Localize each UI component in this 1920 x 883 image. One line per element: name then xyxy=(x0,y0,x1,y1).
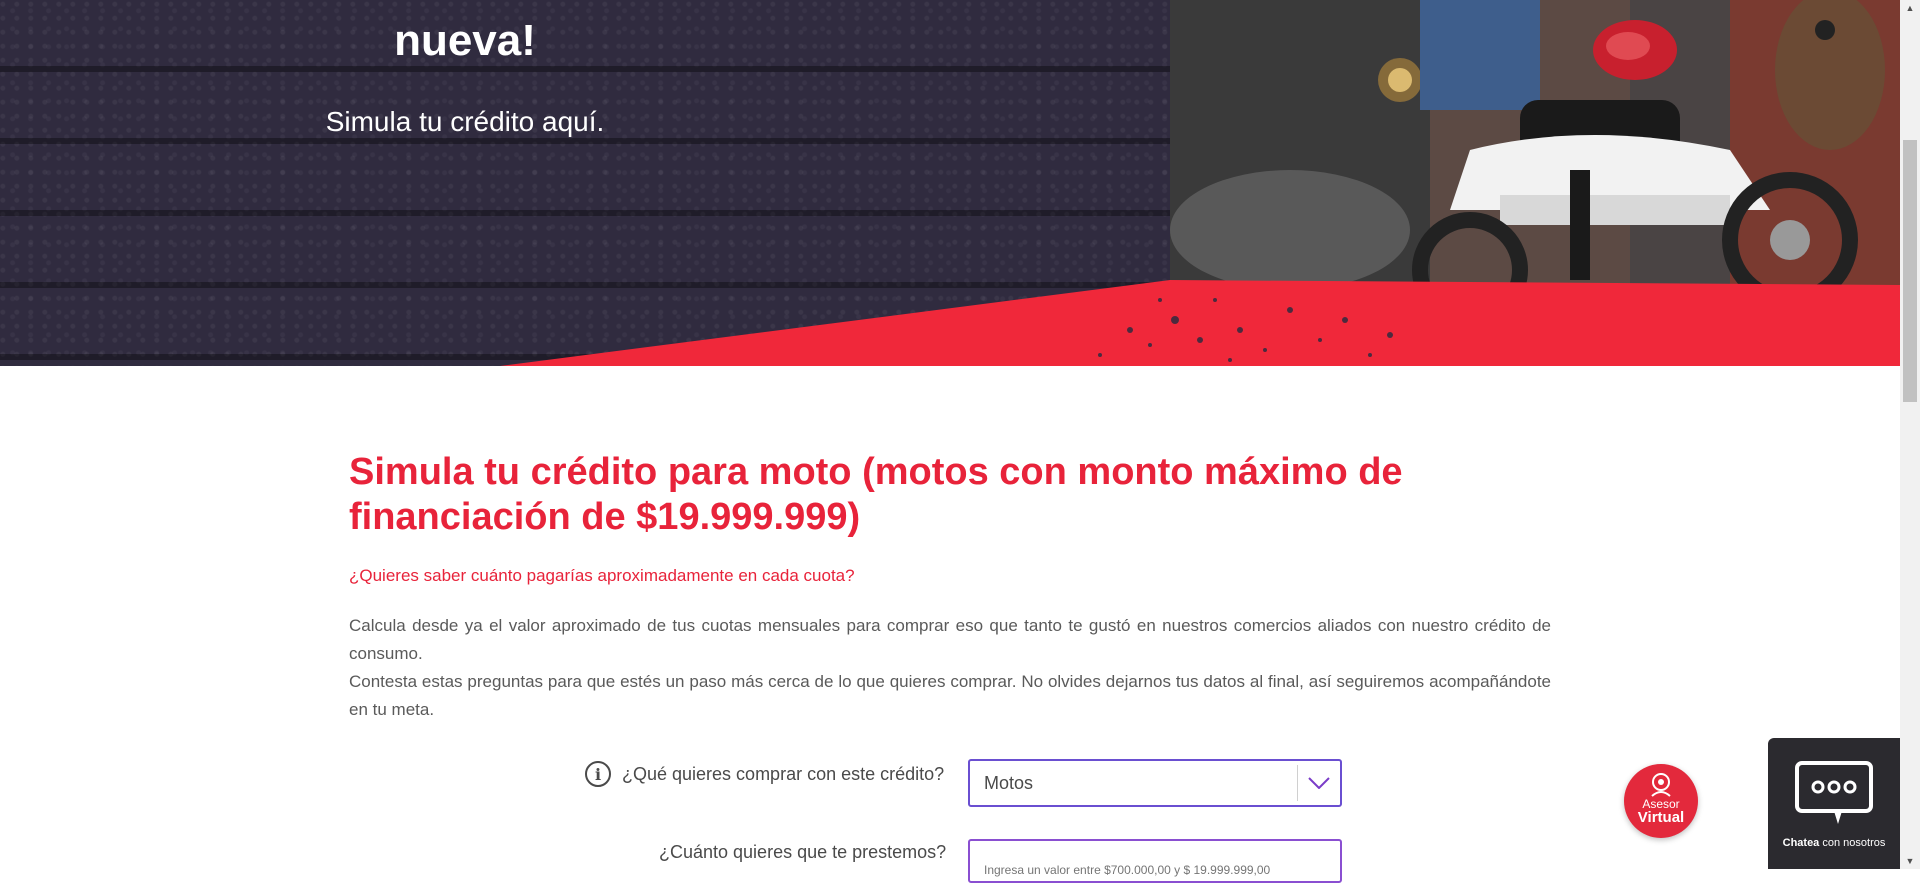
purchase-type-value: Motos xyxy=(984,772,1034,793)
purchase-type-select[interactable]: Motos xyxy=(968,759,1342,807)
amount-question-label: ¿Cuánto quieres que te prestemos? xyxy=(659,842,947,862)
description-line-2: Contesta estas preguntas para que estés … xyxy=(349,672,1551,719)
chat-bubble-icon xyxy=(1795,761,1873,824)
motorcycle-illustration xyxy=(1170,0,1900,290)
simulator-section: Simula tu crédito para moto (motos con m… xyxy=(349,450,1551,724)
virtual-advisor-button[interactable]: Asesor Virtual xyxy=(1624,764,1698,838)
page-title: Simula tu crédito para moto (motos con m… xyxy=(349,451,1403,538)
lead-question: ¿Quieres saber cuánto pagarías aproximad… xyxy=(349,566,855,585)
scroll-down-arrow-icon[interactable]: ▼ xyxy=(1900,853,1920,869)
hero-photo xyxy=(1170,0,1900,290)
description-paragraph: Calcula desde ya el valor aproximado de … xyxy=(349,612,1551,724)
description-line-1: Calcula desde ya el valor aproximado de … xyxy=(349,616,1551,663)
scroll-thumb[interactable] xyxy=(1903,140,1917,402)
page-scrollbar[interactable]: ▲ ▼ xyxy=(1900,0,1920,869)
purchase-question-label: ¿Qué quieres comprar con este crédito? xyxy=(622,763,945,784)
advisor-label-line2: Virtual xyxy=(1637,809,1685,826)
chevron-down-icon[interactable] xyxy=(1298,760,1340,806)
chat-label-rest: con nosotros xyxy=(1819,837,1886,849)
info-icon[interactable]: i xyxy=(585,761,611,787)
loan-amount-input[interactable] xyxy=(968,839,1342,883)
scroll-up-arrow-icon[interactable]: ▲ xyxy=(1900,0,1920,16)
form-row-amount: ¿Cuánto quieres que te prestemos? xyxy=(659,842,946,863)
form-row-purchase: i ¿Qué quieres comprar con este crédito? xyxy=(585,761,944,787)
hero-subtitle: Simula tu crédito aquí. xyxy=(325,106,605,137)
advisor-icon xyxy=(1651,773,1671,797)
chat-label-bold: Chatea xyxy=(1782,837,1820,849)
hero-title: nueva! xyxy=(394,16,536,65)
hero-banner: nueva! Simula tu crédito aquí. xyxy=(0,0,1900,366)
chat-label: Chatea con nosotros xyxy=(1768,837,1900,849)
chat-widget[interactable]: Chatea con nosotros xyxy=(1768,738,1900,869)
